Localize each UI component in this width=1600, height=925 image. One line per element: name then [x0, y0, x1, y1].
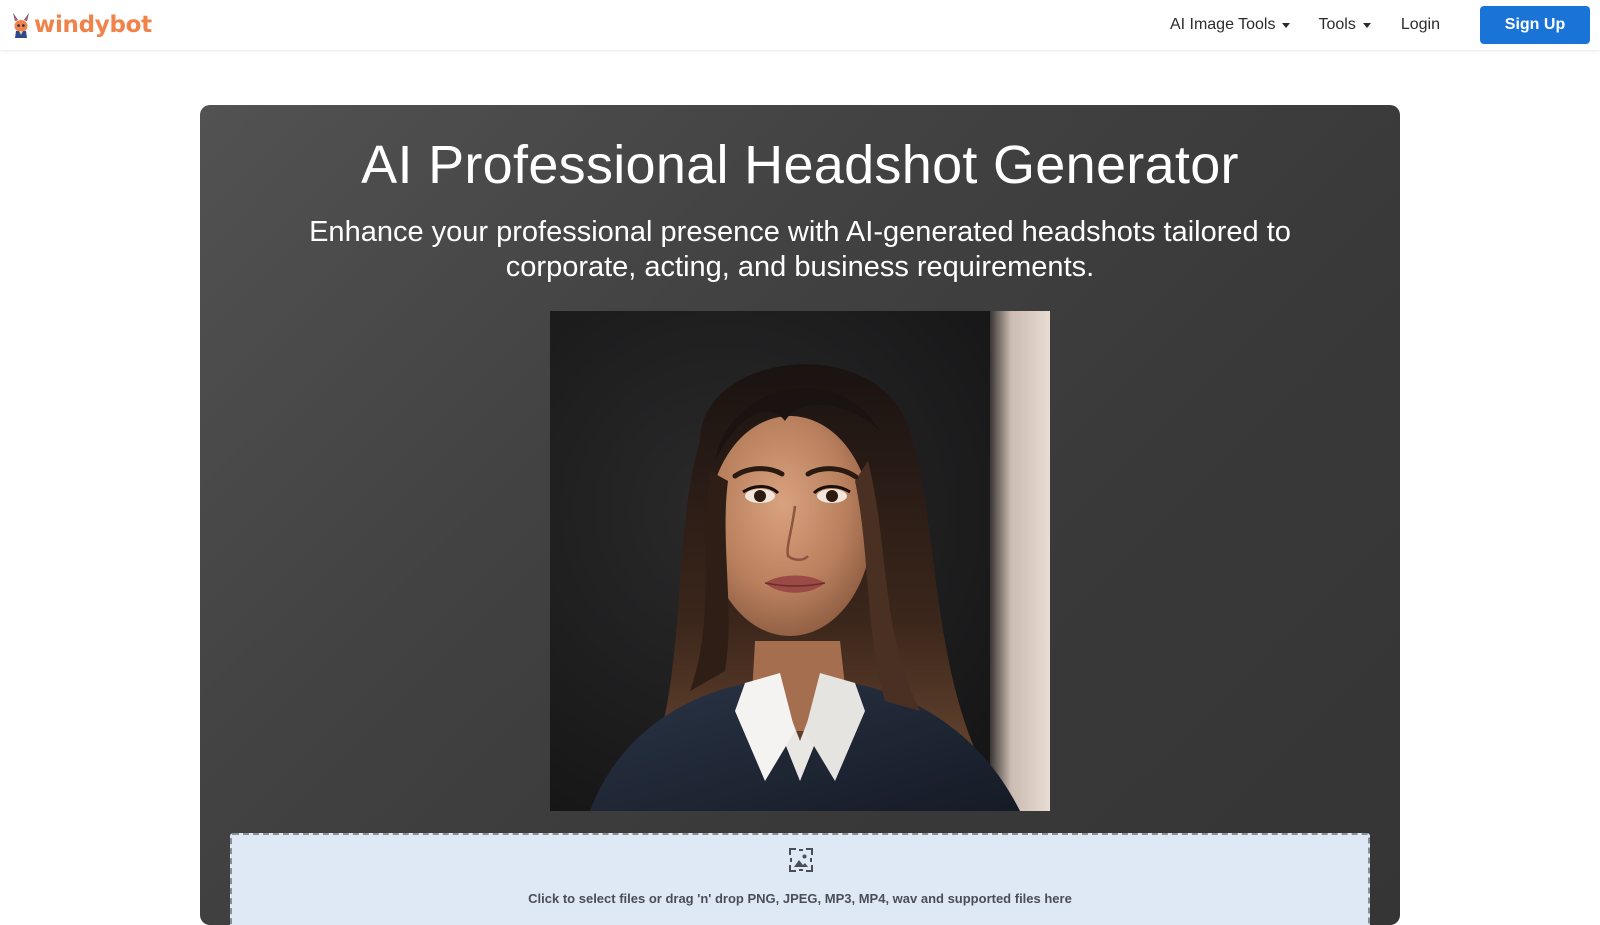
- nav-menu: AI Image Tools Tools Login Sign Up: [1170, 0, 1600, 50]
- page-subtitle: Enhance your professional presence with …: [309, 216, 1291, 283]
- top-navbar: windybot AI Image Tools Tools Login Sign…: [0, 0, 1600, 50]
- nav-login-link[interactable]: Login: [1401, 16, 1440, 34]
- page-title: AI Professional Headshot Generator: [361, 135, 1239, 195]
- upload-instructions: Click to select files or drag 'n' drop P…: [528, 891, 1072, 906]
- brand-logo-link[interactable]: windybot: [10, 9, 152, 41]
- nav-login-label: Login: [1400, 16, 1440, 33]
- hero-card: AI Professional Headshot Generator Enhan…: [200, 105, 1400, 925]
- windybot-logo-icon: [13, 13, 29, 38]
- image-upload-icon: [789, 848, 813, 872]
- caret-down-icon: [1282, 23, 1291, 28]
- sample-headshot-image: [550, 311, 1050, 811]
- nav-tools-dropdown[interactable]: Tools: [1318, 16, 1371, 34]
- nav-ai-image-tools-dropdown[interactable]: AI Image Tools: [1170, 16, 1291, 34]
- nav-tools-label: Tools: [1318, 16, 1356, 33]
- nav-ai-image-tools-label: AI Image Tools: [1169, 16, 1276, 33]
- signup-button[interactable]: Sign Up: [1480, 6, 1590, 44]
- caret-down-icon: [1362, 23, 1371, 28]
- file-upload-dropzone[interactable]: Click to select files or drag 'n' drop P…: [230, 833, 1370, 925]
- brand-name: windybot: [34, 12, 152, 38]
- portrait-photo-icon: [550, 311, 1050, 811]
